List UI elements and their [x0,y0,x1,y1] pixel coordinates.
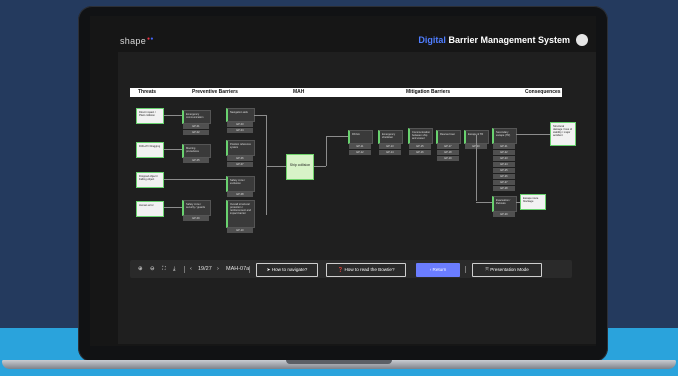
barrier-element[interactable]: EP-21 [493,144,515,149]
barrier-element[interactable]: EP-08 [227,192,253,197]
barrier-element[interactable]: EP-29 [493,212,515,217]
logo-text: shape [120,36,147,46]
preventive-barrier[interactable]: Safety zone / exclusion [226,176,255,192]
next-page-icon[interactable]: › [217,266,219,272]
barrier-element[interactable]: EP-01 [183,124,209,129]
connector-line [476,135,477,201]
barrier-element[interactable]: EP-02 [183,130,209,135]
app-screen: shape●● Digital Barrier Management Syste… [90,16,596,346]
connector-line [254,115,266,116]
connector-line [516,202,520,203]
barrier-element[interactable]: EP-12 [349,150,371,155]
column-threats: Threats [138,89,157,95]
mitigation-barrier[interactable]: Rescue boat [436,130,461,144]
how-to-navigate-button[interactable]: ➤ How to navigate? [256,263,318,277]
zoom-in-icon[interactable]: ⊕ [138,266,143,272]
connector-line [164,179,226,180]
barrier-element[interactable]: EP-05 [183,158,209,163]
column-consequences: Consequences [525,89,561,95]
consequence-box[interactable]: Structural damage / loss of stability / … [550,122,576,146]
threat-box[interactable]: Human error [136,201,164,217]
threat-box[interactable]: Direct impact / Plant collision [136,108,164,124]
presentation-mode-button[interactable]: ⤧ Presentation Mode [472,263,542,277]
barrier-element[interactable]: EP-24 [493,162,515,167]
barrier-element[interactable]: EP-22 [493,150,515,155]
connector-line [516,134,550,135]
how-to-read-bowtie-button[interactable]: ❓ How to read the Bowtie? [326,263,406,277]
barrier-element[interactable]: EP-15 [409,144,431,149]
barrier-element[interactable]: EP-19 [437,156,459,161]
bowtie-column-header: Threats Preventive Barriers MAH Mitigati… [130,88,562,97]
mah-event-box[interactable]: Ship collision [286,154,314,180]
preventive-barrier[interactable]: Position reference system [226,140,255,156]
column-preventive: Preventive Barriers [192,89,238,95]
bottom-toolbar: ⊕ ⊖ ⛶ ⤓ ‹ 19/27 › MAH-07a ➤ How to navig… [130,260,572,278]
logo-dots-icon: ●● [147,36,154,42]
preventive-barrier[interactable]: Overall structural protection / reinforc… [226,200,255,228]
mitigation-barrier[interactable]: Evacuation / lifeboats [492,196,517,212]
page-indicator: 19/27 [198,266,212,272]
user-avatar[interactable] [576,34,588,46]
connector-line [266,115,267,215]
barrier-element[interactable]: EP-27 [493,180,515,185]
column-mitigation: Mitigation Barriers [406,89,451,95]
connector-line [164,207,182,208]
fit-screen-icon[interactable]: ⛶ [162,266,166,273]
barrier-element[interactable]: EP-11 [349,144,371,149]
barrier-element[interactable]: EP-09 [183,216,209,221]
title-rest: Barrier Management System [445,35,570,45]
preventive-barrier[interactable]: Mooring procedures [182,144,211,158]
barrier-element[interactable]: EP-13 [379,144,401,149]
barrier-element[interactable]: EP-25 [493,168,515,173]
connector-line [326,136,348,137]
barrier-element[interactable]: EP-04 [227,128,253,133]
mitigation-barrier[interactable]: Communication between ship and vessel [408,128,433,144]
divider [465,266,466,273]
barrier-element[interactable]: EP-26 [493,174,515,179]
connector-line [164,149,182,150]
column-mah: MAH [293,89,305,95]
divider [184,266,185,273]
preventive-barrier[interactable]: Safety zone / security / guards [182,200,211,216]
mah-code: MAH-07a [226,266,250,272]
connector-line [476,202,492,203]
preventive-barrier[interactable]: Emergency communication [182,110,211,124]
mitigation-barrier[interactable]: Emergency shutdown [378,130,403,144]
threat-box[interactable]: Drift-off / Dragging [136,142,164,158]
barrier-element[interactable]: EP-18 [437,150,459,155]
zoom-out-icon[interactable]: ⊖ [150,266,155,272]
app-title: Digital Barrier Management System [418,35,570,45]
barrier-element[interactable]: EP-28 [493,186,515,191]
divider [249,266,250,273]
barrier-element[interactable]: EP-16 [409,150,431,155]
mitigation-barrier[interactable]: Secondary escape (TR) [492,128,517,144]
mitigation-barrier[interactable]: PA/GA [348,130,373,144]
title-accent: Digital [418,35,446,45]
return-button[interactable]: ‹ Return [416,263,460,277]
barrier-element[interactable]: EP-14 [379,150,401,155]
barrier-element[interactable]: EP-23 [493,156,515,161]
preventive-barrier[interactable]: Navigation aids [226,108,255,122]
barrier-element[interactable]: EP-03 [227,122,253,127]
barrier-element[interactable]: EP-06 [227,156,253,161]
connector-line [314,166,326,167]
prev-page-icon[interactable]: ‹ [190,266,192,272]
threat-box[interactable]: Dropped object / Falling object [136,172,164,188]
download-icon[interactable]: ⤓ [173,266,175,273]
barrier-element[interactable]: EP-17 [437,144,459,149]
connector-line [266,166,286,167]
laptop-notch [286,360,392,364]
connector-line [164,115,182,116]
connector-line [326,136,327,166]
barrier-element[interactable]: EP-07 [227,162,253,167]
barrier-element[interactable]: EP-10 [227,228,253,233]
app-logo[interactable]: shape●● [120,36,154,46]
consequence-box[interactable]: Escape route blockage [520,194,546,210]
